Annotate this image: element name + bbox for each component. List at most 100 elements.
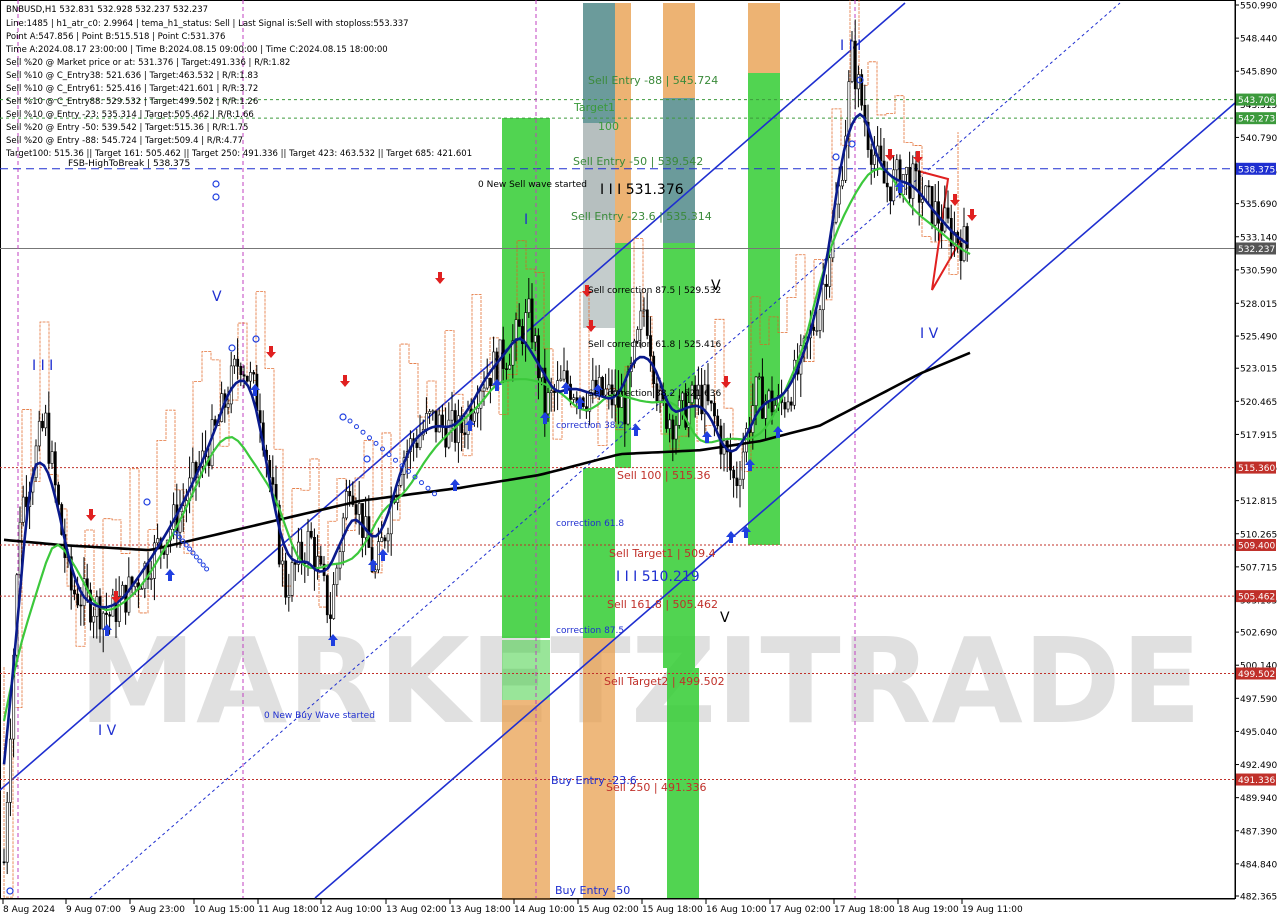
candle-bear (879, 145, 883, 162)
candle-bull (377, 541, 380, 571)
wave-label-I: I (524, 212, 528, 228)
x-tick-label: 9 Aug 07:00 (66, 905, 121, 915)
price-tag-label: 499.502 (1238, 670, 1275, 680)
zone-column (583, 123, 615, 218)
candle-bear (73, 589, 76, 595)
candle-bear (284, 560, 288, 598)
candle-bull (677, 400, 681, 426)
sell-entry-23-label: Sell Entry -23.6 | 535.314 (571, 210, 712, 223)
y-tick-label: 525.490 (1240, 333, 1277, 343)
candle-bull (335, 567, 339, 585)
candle-bull (386, 533, 390, 542)
x-tick-label: 14 Aug 10:00 (514, 905, 575, 915)
info-line: Target100: 515.36 || Target 161: 505.462… (5, 149, 472, 159)
candle-bull (642, 309, 646, 312)
candle-bull (921, 198, 924, 203)
candle-bull (290, 562, 294, 596)
y-tick-label: 510.265 (1240, 530, 1277, 540)
candle-bull (210, 419, 214, 467)
candle-bear (252, 372, 256, 375)
corr-382-label: correction 38.2 (556, 421, 624, 431)
sell-corr-618-label: Sell correction 61.8 | 525.416 (588, 340, 721, 350)
candle-bull (738, 478, 742, 487)
candle-bull (873, 154, 876, 165)
y-tick-label: 492.490 (1240, 761, 1277, 771)
candle-bear (434, 410, 438, 433)
y-tick-label: 517.915 (1240, 431, 1277, 441)
sell-target1-label: Sell Target1 | 509.4 (609, 547, 716, 560)
candle-bear (505, 368, 508, 370)
price-tag-label: 543.706 (1238, 96, 1275, 106)
candle-bear (565, 370, 569, 385)
candle-bull (524, 312, 528, 344)
y-tick-label: 540.790 (1240, 134, 1277, 144)
candle-bull (92, 615, 96, 623)
candle-bear (645, 309, 649, 336)
candle-bull (338, 551, 342, 569)
candle-bull (668, 419, 672, 429)
candle-bull (479, 390, 483, 409)
sell-entry-88-label: Sell Entry -88 | 545.724 (588, 74, 718, 87)
candle-bear (783, 402, 787, 410)
candle-bull (281, 560, 284, 565)
candle-bear (735, 477, 739, 487)
x-tick-label: 15 Aug 18:00 (642, 905, 703, 915)
candle-bear (2, 861, 6, 864)
candle-bull (226, 403, 230, 408)
candle-bear (300, 541, 304, 562)
candle-bear (441, 414, 444, 427)
candle-bull (533, 335, 537, 343)
x-tick-label: 16 Aug 10:00 (706, 905, 767, 915)
sell-entry-50-label: Sell Entry -50 | 539.542 (573, 155, 703, 168)
candle-bull (21, 496, 25, 523)
candle-bull (431, 410, 435, 413)
x-tick-label: 15 Aug 02:00 (578, 905, 639, 915)
candle-bear (293, 562, 297, 565)
candle-bull (815, 330, 819, 332)
candle-bull (473, 412, 476, 422)
candle-bull (332, 584, 336, 619)
candle-bear (937, 201, 940, 224)
x-tick-label: 18 Aug 19:00 (898, 905, 959, 915)
wave-label-V-low: V (720, 610, 730, 626)
x-tick-label: 11 Aug 18:00 (258, 905, 319, 915)
candle-bear (47, 412, 51, 464)
candle-bull (233, 358, 236, 367)
candle-bear (732, 469, 736, 479)
candle-bull (50, 451, 54, 464)
candle-bear (914, 163, 918, 172)
candle-bull (757, 376, 761, 379)
y-tick-label: 507.715 (1240, 563, 1277, 573)
zone-column (748, 73, 780, 545)
y-tick-label: 484.840 (1240, 860, 1277, 870)
price-tag-label: 538.375 (1238, 165, 1275, 175)
price-chart[interactable]: MARKETZITRADE FSB-HighToBreak | 538.375 … (0, 0, 1280, 920)
candle-bear (319, 555, 323, 565)
candle-bear (537, 335, 540, 379)
candle-bull (437, 414, 441, 433)
candle-bull (249, 372, 252, 382)
info-line: Sell %10 @ C_Entry38: 521.636 | Target:4… (6, 71, 258, 81)
candle-bear (245, 375, 249, 382)
candle-bear (917, 170, 921, 203)
candle-bear (57, 484, 60, 505)
x-tick-label: 13 Aug 02:00 (386, 905, 447, 915)
candle-bear (41, 420, 44, 429)
y-tick-label: 520.465 (1240, 398, 1277, 408)
x-tick-label: 9 Aug 23:00 (130, 905, 185, 915)
x-tick-label: 13 Aug 18:00 (450, 905, 511, 915)
x-tick-label: 8 Aug 2024 (3, 905, 55, 915)
candle-bull (514, 319, 518, 341)
y-tick-label: 550.990 (1240, 2, 1277, 12)
symbol-line: BNBUSD,H1 532.831 532.928 532.237 532.23… (6, 5, 208, 15)
info-line: Sell %20 @ Entry -50: 539.542 | Target:5… (6, 123, 248, 133)
candle-bear (885, 182, 889, 188)
candle-bull (549, 390, 553, 393)
candle-bear (239, 366, 243, 376)
price-tag-label: 509.400 (1238, 541, 1275, 551)
candle-bear (569, 383, 572, 400)
candle-bull (508, 364, 512, 370)
candle-bear (882, 160, 886, 184)
candle-bull (639, 310, 643, 330)
candle-bull (546, 392, 550, 415)
